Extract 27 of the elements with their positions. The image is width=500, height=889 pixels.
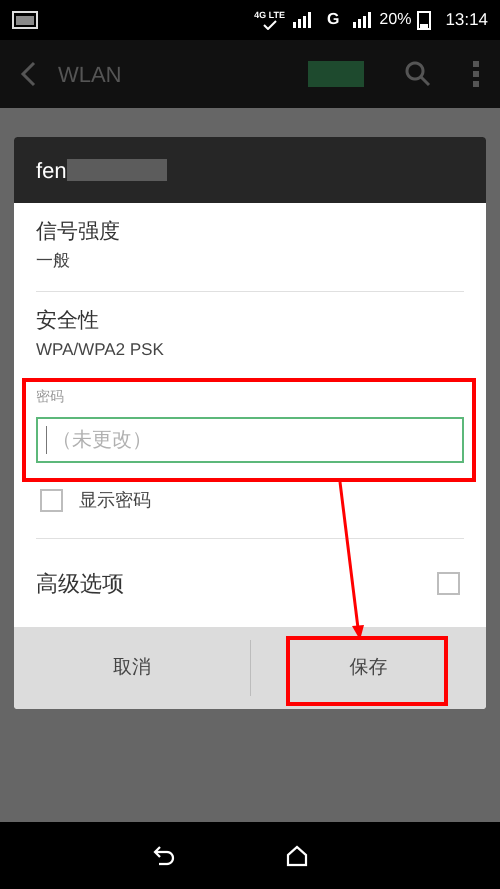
check-icon [262, 20, 277, 30]
field-value: WPA/WPA2 PSK [36, 339, 165, 361]
password-field[interactable]: （未更改） [36, 417, 464, 463]
checkbox[interactable] [437, 572, 460, 594]
search-icon[interactable] [404, 60, 432, 88]
clock: 13:14 [445, 9, 488, 32]
overflow-menu-icon[interactable] [472, 60, 480, 88]
dialog-button[interactable]: 取消 [14, 627, 250, 709]
battery-icon [417, 10, 432, 30]
home-icon[interactable] [286, 844, 308, 866]
password-label: 密码 [36, 387, 65, 406]
field-label: 安全性 [36, 308, 100, 334]
image-icon [12, 11, 38, 29]
field-label: 信号强度 [36, 219, 121, 245]
text-cursor [46, 426, 47, 454]
battery-percent: 20% [379, 10, 412, 30]
dialog-button[interactable]: 保存 [250, 627, 486, 709]
checkbox-label: 显示密码 [79, 489, 151, 512]
checkbox[interactable] [40, 489, 63, 512]
wifi-switch[interactable] [308, 61, 364, 87]
network-label: 4G LTE [254, 10, 285, 20]
back-icon[interactable] [152, 844, 176, 868]
field-value: 一般 [36, 250, 71, 272]
screen-title: WLAN [58, 60, 122, 88]
network-type: G [326, 10, 340, 30]
advanced-options-label: 高级选项 [36, 570, 124, 598]
dialog-title: fen [36, 156, 67, 184]
